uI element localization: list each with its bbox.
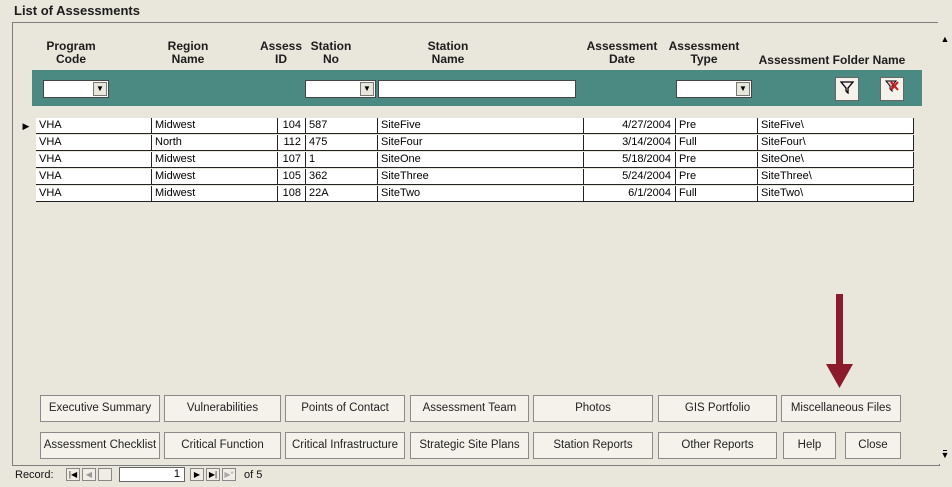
chevron-down-icon[interactable]: ▼: [360, 82, 374, 96]
cell-type[interactable]: Pre: [676, 169, 758, 185]
record-label: Record:: [15, 469, 54, 481]
cell-station-no[interactable]: 1: [306, 152, 378, 168]
col-header-assessment-type: Assessment Type: [668, 39, 740, 66]
scroll-up-icon[interactable]: ▲: [940, 34, 950, 44]
chevron-down-icon[interactable]: ▼: [93, 82, 107, 96]
col-header-station-no: Station No: [310, 39, 352, 66]
last-record-icon[interactable]: ▶|: [206, 468, 220, 481]
cell-program[interactable]: VHA: [36, 169, 152, 185]
cell-station-no[interactable]: 587: [306, 118, 378, 134]
cell-station-no[interactable]: 362: [306, 169, 378, 185]
record-number-input[interactable]: 1: [119, 467, 185, 482]
new-record-icon[interactable]: ▶*: [222, 468, 236, 481]
col-header-program-code: Program Code: [46, 39, 96, 66]
cell-date[interactable]: 6/1/2004: [584, 186, 676, 202]
station-name-filter[interactable]: [378, 80, 576, 98]
vertical-scrollbar[interactable]: ▲ ▼: [938, 22, 952, 464]
cell-station-name[interactable]: SiteOne: [378, 152, 584, 168]
table-row[interactable]: VHA Midwest 107 1 SiteOne 5/18/2004 Pre …: [14, 152, 936, 169]
cell-station-no[interactable]: 475: [306, 135, 378, 151]
cell-folder[interactable]: SiteThree\: [758, 169, 914, 185]
filter-button[interactable]: [835, 77, 859, 101]
record-count: of 5: [244, 469, 263, 481]
cell-program[interactable]: VHA: [36, 186, 152, 202]
cell-station-name[interactable]: SiteThree: [378, 169, 584, 185]
cell-region[interactable]: Midwest: [152, 152, 278, 168]
table-row[interactable]: VHA Midwest 108 22A SiteTwo 6/1/2004 Ful…: [14, 186, 936, 203]
cell-date[interactable]: 3/14/2004: [584, 135, 676, 151]
clear-filter-icon: [884, 80, 899, 93]
assessments-grid: ▶ VHA Midwest 104 587 SiteFive 4/27/2004…: [14, 118, 936, 383]
cell-id[interactable]: 105: [278, 169, 306, 185]
assessment-team-button[interactable]: Assessment Team: [410, 395, 529, 422]
cell-station-name[interactable]: SiteFour: [378, 135, 584, 151]
cell-id[interactable]: 112: [278, 135, 306, 151]
executive-summary-button[interactable]: Executive Summary: [40, 395, 160, 422]
cell-type[interactable]: Full: [676, 135, 758, 151]
vulnerabilities-button[interactable]: Vulnerabilities: [164, 395, 281, 422]
col-header-assessment-date: Assessment Date: [586, 39, 658, 66]
cell-type[interactable]: Pre: [676, 152, 758, 168]
next-record-icon[interactable]: ▶: [190, 468, 204, 481]
cell-station-name[interactable]: SiteTwo: [378, 186, 584, 202]
other-reports-button[interactable]: Other Reports: [658, 432, 777, 459]
table-row[interactable]: VHA Midwest 105 362 SiteThree 5/24/2004 …: [14, 169, 936, 186]
cell-date[interactable]: 5/24/2004: [584, 169, 676, 185]
cell-date[interactable]: 4/27/2004: [584, 118, 676, 134]
program-code-filter[interactable]: ▼: [43, 80, 109, 98]
cell-date[interactable]: 5/18/2004: [584, 152, 676, 168]
record-selector-icon[interactable]: ▶: [18, 118, 34, 134]
assessments-window: List of Assessments Program Code Region …: [0, 0, 952, 487]
cell-id[interactable]: 108: [278, 186, 306, 202]
assessment-checklist-button[interactable]: Assessment Checklist: [40, 432, 160, 459]
station-reports-button[interactable]: Station Reports: [533, 432, 653, 459]
assessment-type-filter[interactable]: ▼: [676, 80, 752, 98]
cell-region[interactable]: Midwest: [152, 118, 278, 134]
clear-filter-button[interactable]: [880, 77, 904, 101]
table-row[interactable]: VHA North 112 475 SiteFour 3/14/2004 Ful…: [14, 135, 936, 152]
cell-program[interactable]: VHA: [36, 135, 152, 151]
window-title: List of Assessments: [14, 3, 140, 18]
col-header-folder-name: Assessment Folder Name: [758, 53, 906, 67]
points-of-contact-button[interactable]: Points of Contact: [285, 395, 405, 422]
cell-region[interactable]: North: [152, 135, 278, 151]
first-record-icon[interactable]: |◀: [66, 468, 80, 481]
cell-folder[interactable]: SiteTwo\: [758, 186, 914, 202]
col-header-region-name: Region Name: [167, 39, 209, 66]
scroll-down-icon[interactable]: ▼: [940, 450, 950, 460]
cell-type[interactable]: Pre: [676, 118, 758, 134]
help-button[interactable]: Help: [783, 432, 836, 459]
cell-station-no[interactable]: 22A: [306, 186, 378, 202]
col-header-assess-id: Assess ID: [259, 39, 303, 66]
close-button[interactable]: Close: [845, 432, 901, 459]
critical-function-button[interactable]: Critical Function: [164, 432, 281, 459]
cell-program[interactable]: VHA: [36, 152, 152, 168]
critical-infrastructure-button[interactable]: Critical Infrastructure: [285, 432, 405, 459]
miscellaneous-files-button[interactable]: Miscellaneous Files: [781, 395, 901, 422]
cell-folder[interactable]: SiteFive\: [758, 118, 914, 134]
cell-type[interactable]: Full: [676, 186, 758, 202]
photos-button[interactable]: Photos: [533, 395, 653, 422]
gis-portfolio-button[interactable]: GIS Portfolio: [658, 395, 777, 422]
cell-folder[interactable]: SiteOne\: [758, 152, 914, 168]
cell-folder[interactable]: SiteFour\: [758, 135, 914, 151]
cell-station-name[interactable]: SiteFive: [378, 118, 584, 134]
strategic-site-plans-button[interactable]: Strategic Site Plans: [410, 432, 529, 459]
cell-region[interactable]: Midwest: [152, 169, 278, 185]
blank-nav-icon: [98, 468, 112, 481]
col-header-station-name: Station Name: [427, 39, 469, 66]
table-row[interactable]: ▶ VHA Midwest 104 587 SiteFive 4/27/2004…: [14, 118, 936, 135]
chevron-down-icon[interactable]: ▼: [736, 82, 750, 96]
filter-icon: [839, 81, 855, 95]
prev-record-icon[interactable]: ◀: [82, 468, 96, 481]
cell-program[interactable]: VHA: [36, 118, 152, 134]
cell-id[interactable]: 104: [278, 118, 306, 134]
cell-region[interactable]: Midwest: [152, 186, 278, 202]
station-no-filter[interactable]: ▼: [305, 80, 376, 98]
cell-id[interactable]: 107: [278, 152, 306, 168]
annotation-arrow-icon: [826, 294, 853, 388]
